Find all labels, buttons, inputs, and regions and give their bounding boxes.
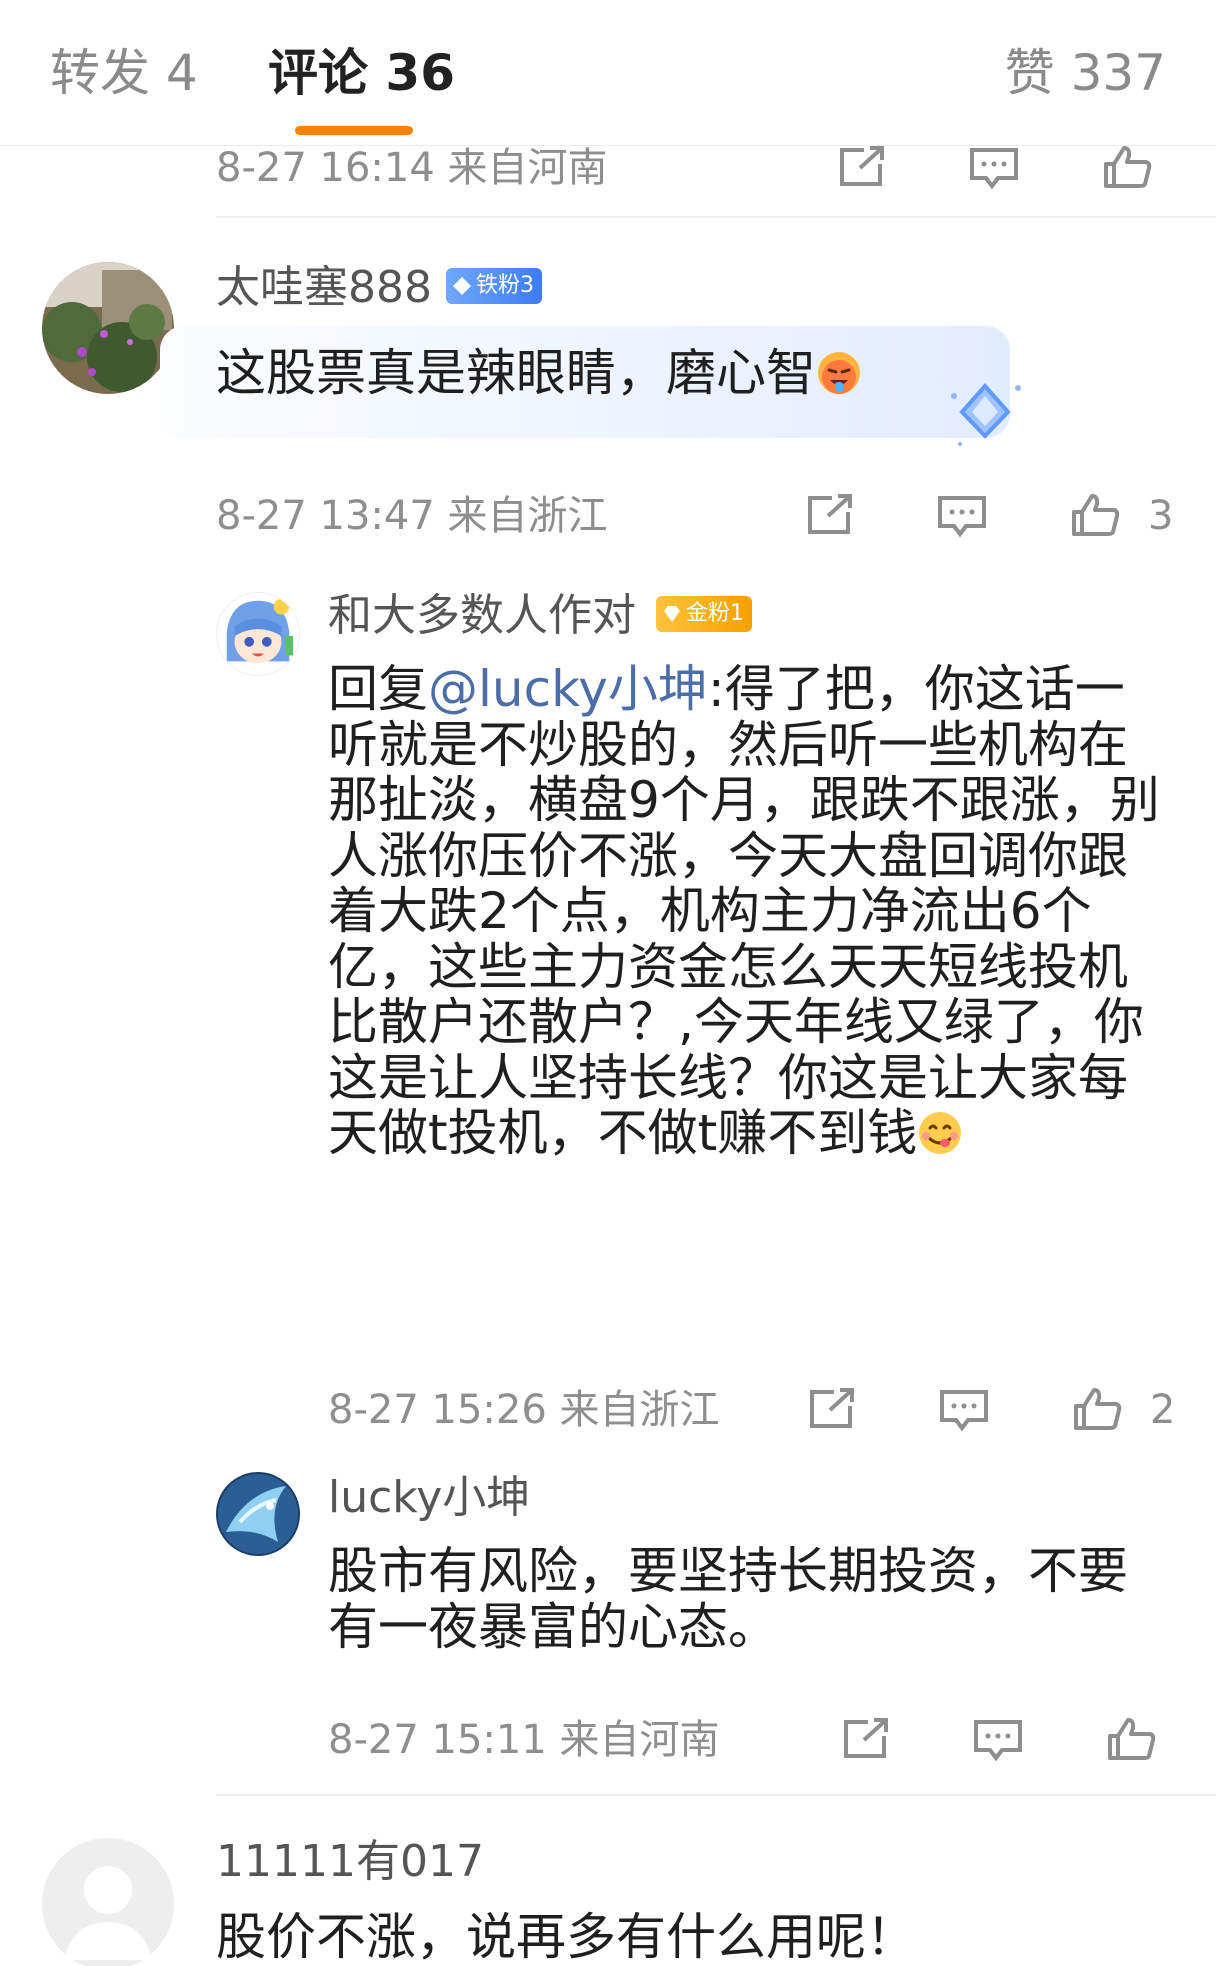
share-button[interactable] [804, 492, 856, 538]
avatar[interactable] [216, 1472, 300, 1556]
share-icon [808, 494, 852, 534]
reply-text: 回复@lucky小坤:得了把，你这话一听就是不炒股的，然后听一些机构在那扯淡，横… [328, 660, 1160, 1162]
avatar-image [216, 1472, 300, 1556]
reply-text-content: 股市有风险，要坚持长期投资，不要有一夜暴富的心态。 [328, 1542, 1128, 1656]
avatar[interactable] [42, 1838, 174, 1966]
avatar[interactable] [42, 262, 174, 394]
share-button[interactable] [806, 1386, 858, 1432]
comment-button[interactable] [972, 1716, 1024, 1762]
fan-badge[interactable]: 金粉1 [656, 596, 752, 632]
reply-meta-row: 8-27 15:26 来自浙江 2 [328, 1378, 1216, 1438]
comment-button[interactable] [936, 492, 988, 538]
comment-icon [938, 496, 986, 538]
crown-gem-icon [664, 606, 680, 622]
comment-text-content: 股价不涨，说再多有什么用呢！ [216, 1908, 916, 1966]
share-icon [840, 146, 884, 186]
reply-meta-row: 8-27 15:11 来自河南 [328, 1708, 1216, 1768]
comments-page: 8-27 16:14 来自河南 太哇塞888 铁粉3 这股票真是辣眼睛，磨心智 … [0, 0, 1216, 1966]
diamond-icon [453, 277, 471, 295]
like-count: 3 [1148, 493, 1174, 539]
comment-username[interactable]: 11111有017 [216, 1834, 484, 1890]
like-button[interactable] [1106, 1716, 1158, 1762]
tab-likes[interactable]: 赞 337 [1005, 38, 1166, 108]
reply-text: 股市有风险，要坚持长期投资，不要有一夜暴富的心态。 [328, 1542, 1160, 1656]
comment-text: 这股票真是辣眼睛，磨心智 [216, 344, 976, 402]
share-button[interactable] [836, 144, 888, 190]
share-icon [810, 1388, 854, 1428]
comment-icon [974, 1720, 1022, 1762]
comment-icon [940, 1390, 988, 1432]
comment-username[interactable]: 太哇塞888 [216, 260, 432, 316]
share-icon [844, 1718, 888, 1758]
like-count: 2 [1150, 1387, 1176, 1433]
comment-button[interactable] [938, 1386, 990, 1432]
avatar-image [217, 593, 299, 675]
like-button[interactable] [1070, 492, 1122, 538]
reply-username[interactable]: 和大多数人作对 [328, 588, 636, 644]
thumbs-up-icon [1104, 146, 1152, 188]
reply-prefix: 回复 [328, 660, 428, 718]
reply-username[interactable]: lucky小坤 [328, 1470, 530, 1526]
fan-badge[interactable]: 铁粉3 [446, 268, 542, 304]
comment-meta: 8-27 16:14 来自河南 [216, 145, 608, 191]
badge-label: 金粉1 [686, 601, 744, 626]
reply-meta: 8-27 15:11 来自河南 [328, 1717, 720, 1763]
like-button[interactable] [1072, 1386, 1124, 1432]
reply-meta: 8-27 15:26 来自浙江 [328, 1387, 720, 1433]
reply-text-content: :得了把，你这话一听就是不炒股的，然后听一些机构在那扯淡，横盘9个月，跟跌不跟涨… [328, 660, 1160, 1162]
comment-meta: 8-27 13:47 来自浙江 [216, 493, 608, 539]
avatar-image [42, 262, 174, 394]
comment-text: 股价不涨，说再多有什么用呢！ [216, 1908, 1116, 1966]
comment-text-content: 这股票真是辣眼睛，磨心智 [216, 344, 816, 402]
active-tab-indicator [295, 126, 413, 135]
mention-link[interactable]: @lucky小坤 [428, 660, 708, 718]
thumbs-up-icon [1108, 1718, 1156, 1760]
tab-forward[interactable]: 转发 4 [50, 38, 198, 108]
tab-comments[interactable]: 评论 36 [268, 38, 455, 108]
thumbs-up-icon [1072, 494, 1120, 536]
tab-bar: 转发 4 评论 36 赞 337 [0, 0, 1216, 146]
share-button[interactable] [840, 1716, 892, 1762]
comment-button[interactable] [968, 144, 1020, 190]
comment-icon [970, 148, 1018, 190]
comment-divider [216, 216, 1216, 218]
thumbs-up-icon [1074, 1388, 1122, 1430]
like-button[interactable] [1102, 144, 1154, 190]
yummy-face-emoji [919, 1112, 962, 1154]
hot-face-emoji [818, 352, 860, 394]
comment-meta-row: 8-27 13:47 来自浙江 3 [216, 484, 1216, 544]
avatar[interactable] [216, 592, 300, 676]
comment-divider [216, 1794, 1216, 1796]
default-avatar-icon [42, 1838, 174, 1966]
badge-label: 铁粉3 [476, 273, 534, 298]
